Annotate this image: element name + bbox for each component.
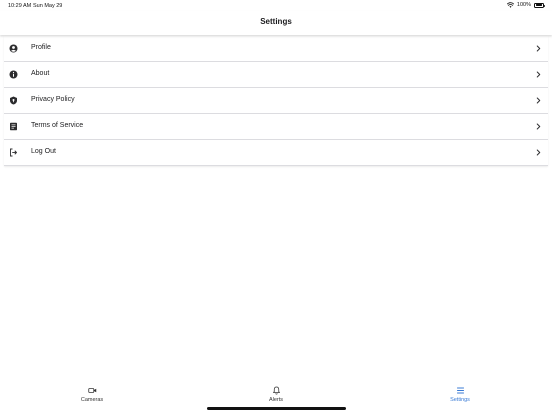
settings-list: Profile About Privacy Policy Terms of Se… [4, 36, 548, 166]
status-date: Sun May 29 [33, 3, 63, 9]
document-icon [9, 122, 18, 131]
settings-item-label: Privacy Policy [31, 96, 75, 103]
tab-label: Alerts [268, 397, 284, 403]
settings-item-about[interactable]: About [4, 62, 548, 88]
chevron-right-icon [536, 97, 541, 104]
wifi-icon [506, 2, 514, 8]
status-time: 10:29 AM [8, 3, 32, 9]
tab-cameras[interactable]: Cameras [0, 384, 184, 406]
info-icon [9, 70, 18, 79]
chevron-right-icon [536, 45, 541, 52]
settings-item-profile[interactable]: Profile [4, 36, 548, 62]
settings-item-terms-of-service[interactable]: Terms of Service [4, 114, 548, 140]
chevron-right-icon [536, 71, 541, 78]
settings-item-label: Log Out [31, 148, 56, 155]
tab-alerts[interactable]: Alerts [184, 384, 368, 406]
settings-item-privacy-policy[interactable]: Privacy Policy [4, 88, 548, 114]
tab-bar: Cameras Alerts Settings [0, 384, 552, 406]
bell-icon [272, 386, 281, 395]
shield-lock-icon [9, 96, 18, 105]
user-circle-icon [9, 44, 18, 53]
status-bar: 10:29 AM Sun May 29 100% [0, 0, 552, 11]
page-title: Settings [260, 17, 292, 26]
status-indicators: 100% [506, 2, 545, 8]
settings-screen: 10:29 AM Sun May 29 100% Settings Profil… [0, 0, 552, 414]
battery-icon [534, 2, 545, 8]
chevron-right-icon [536, 149, 541, 156]
list-icon [456, 386, 465, 395]
settings-item-log-out[interactable]: Log Out [4, 140, 548, 166]
tab-label: Settings [450, 397, 470, 403]
tab-label: Cameras [80, 397, 104, 403]
settings-item-label: Profile [31, 44, 51, 51]
settings-item-label: About [31, 70, 50, 77]
settings-item-label: Terms of Service [31, 122, 84, 129]
chevron-right-icon [536, 123, 541, 130]
battery-percentage: 100% [516, 2, 531, 8]
tab-settings[interactable]: Settings [368, 384, 552, 406]
home-indicator[interactable] [207, 407, 346, 410]
logout-icon [9, 148, 18, 157]
navigation-bar: Settings [0, 11, 552, 35]
video-camera-icon [87, 386, 97, 395]
